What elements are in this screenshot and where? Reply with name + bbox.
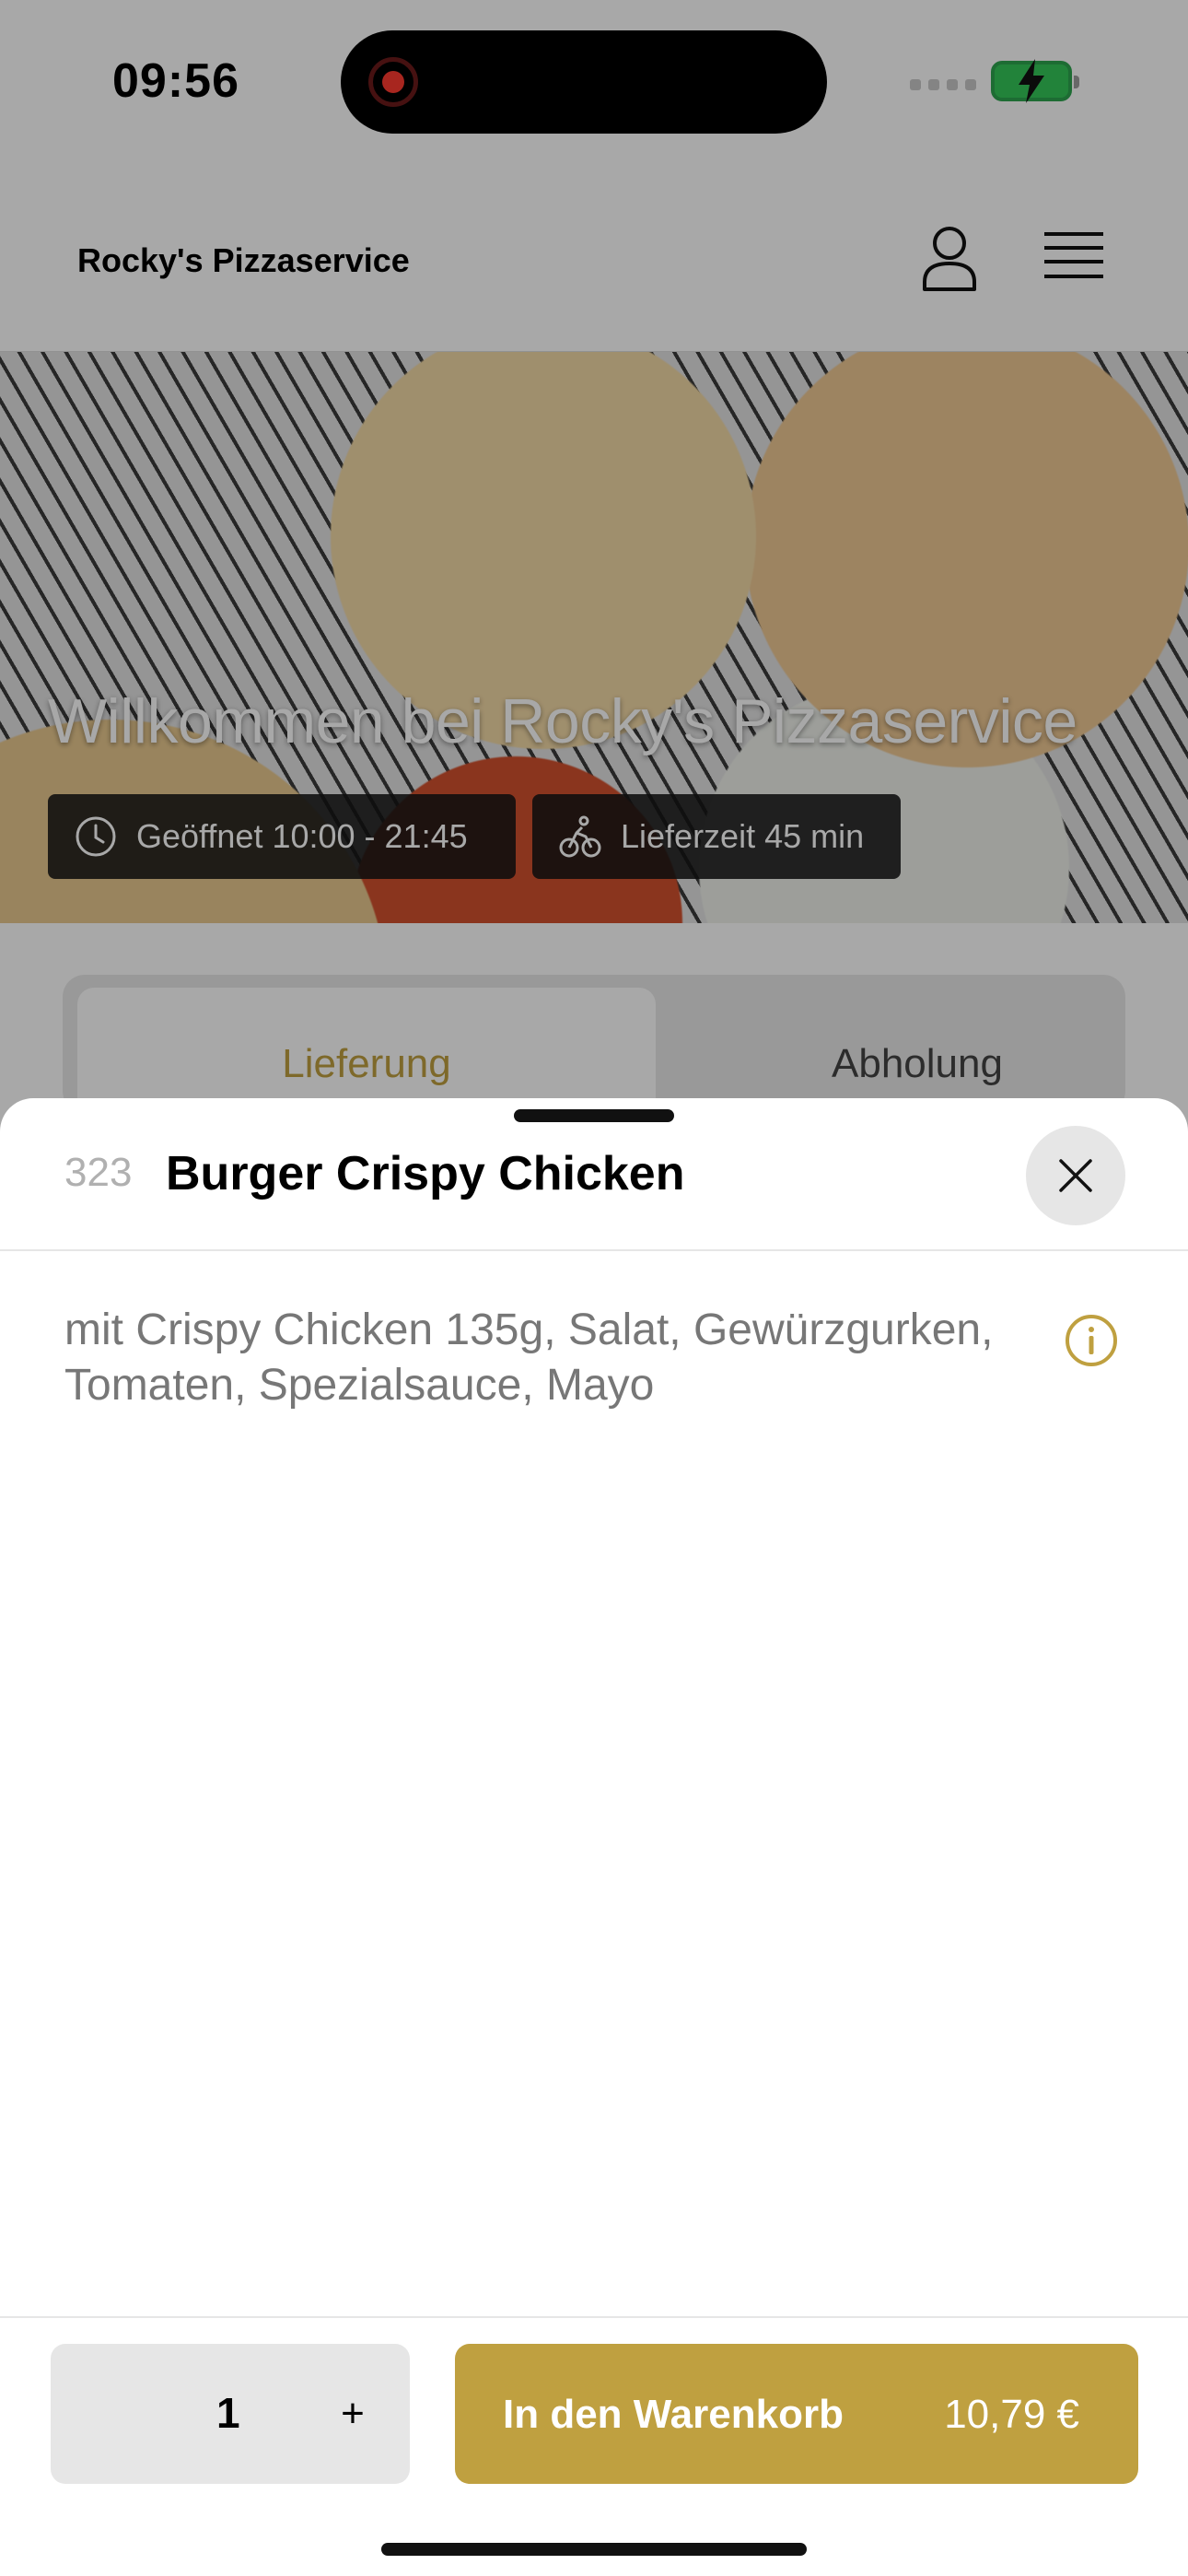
screen-recording-icon xyxy=(368,57,418,107)
quantity-stepper: 1 + xyxy=(51,2344,410,2484)
close-button[interactable] xyxy=(1026,1126,1125,1225)
opening-hours-text: Geöffnet 10:00 - 21:45 xyxy=(136,817,468,855)
app-header: Rocky's Pizzaservice xyxy=(0,166,1188,352)
user-account-icon[interactable] xyxy=(921,225,978,291)
status-bar: 09:56 xyxy=(0,0,1188,166)
background-page: 09:56 Rocky's Pizzaservice Willkommen be… xyxy=(0,0,1188,1198)
product-sheet: 323 Burger Crispy Chicken mit Crispy Chi… xyxy=(0,1098,1188,2576)
clock-icon xyxy=(76,816,116,857)
hamburger-menu-icon[interactable] xyxy=(1044,230,1103,282)
tab-abholung[interactable]: Abholung xyxy=(656,988,1179,1113)
order-type-tabs: Lieferung Abholung xyxy=(63,975,1125,1113)
product-title: Burger Crispy Chicken xyxy=(166,1147,685,1200)
brand-name[interactable]: Rocky's Pizzaservice xyxy=(77,241,410,280)
product-number: 323 xyxy=(64,1150,133,1195)
opening-hours-badge: Geöffnet 10:00 - 21:45 xyxy=(48,794,516,879)
delivery-time-text: Lieferzeit 45 min xyxy=(621,817,865,855)
quantity-value: 1 xyxy=(216,2389,240,2437)
product-description: mit Crispy Chicken 135g, Salat, Gewürzgu… xyxy=(64,1306,994,1410)
bicycle-icon xyxy=(559,815,601,858)
price-label: 10,79 € xyxy=(944,2392,1079,2437)
sheet-grabber[interactable] xyxy=(514,1109,674,1122)
delivery-time-badge: Lieferzeit 45 min xyxy=(532,794,901,879)
add-to-cart-button[interactable]: In den Warenkorb 10,79 € xyxy=(455,2344,1138,2484)
close-icon xyxy=(1059,1159,1092,1192)
tab-lieferung[interactable]: Lieferung xyxy=(77,988,656,1113)
home-indicator[interactable] xyxy=(381,2543,807,2556)
sheet-divider xyxy=(0,1249,1188,1251)
hero-title: Willkommen bei Rocky's Pizzaservice xyxy=(48,686,1077,756)
charging-bolt-icon xyxy=(1019,59,1044,103)
hero-banner: Willkommen bei Rocky's Pizzaservice Geöf… xyxy=(0,352,1188,923)
status-time: 09:56 xyxy=(112,54,239,108)
add-to-cart-label: In den Warenkorb xyxy=(503,2392,844,2437)
info-icon[interactable] xyxy=(1065,1314,1118,1367)
increase-quantity-button[interactable]: + xyxy=(325,2377,380,2451)
footer-divider xyxy=(0,2316,1188,2318)
signal-icon xyxy=(910,79,976,90)
